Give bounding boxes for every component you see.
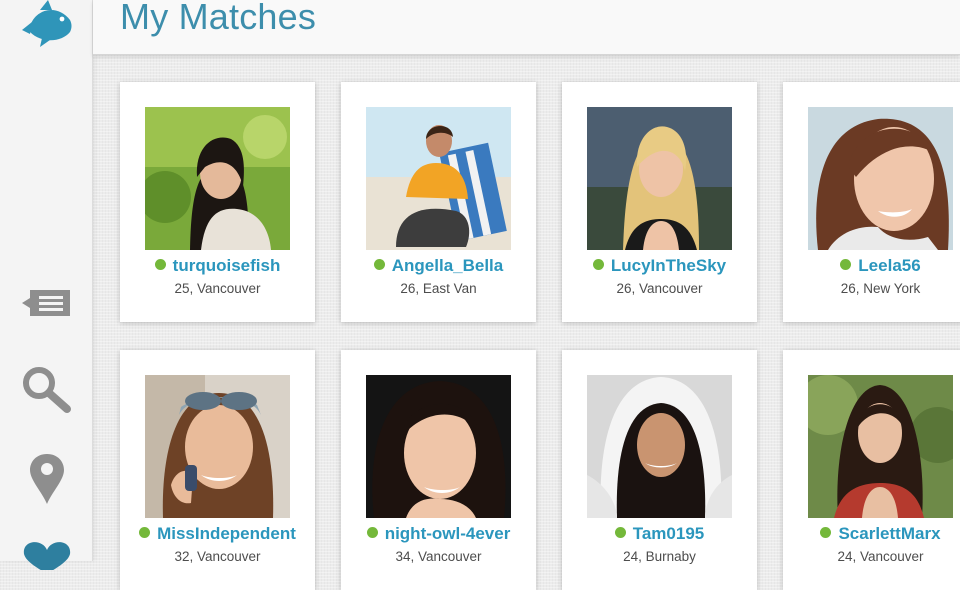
- fish-logo-icon[interactable]: [18, 0, 74, 48]
- profile-photo[interactable]: [145, 107, 290, 250]
- heart-icon[interactable]: [20, 540, 74, 584]
- age-location: 24, Vancouver: [837, 549, 924, 564]
- online-status-dot: [614, 527, 626, 538]
- profile-photo[interactable]: [366, 107, 511, 250]
- match-card[interactable]: night-owl-4ever 34, Vancouver: [341, 350, 536, 590]
- age-location: 34, Vancouver: [395, 549, 482, 564]
- magnifier-icon[interactable]: [20, 364, 74, 413]
- map-pin-icon[interactable]: [20, 452, 74, 504]
- match-card[interactable]: MissIndependent 32, Vancouver: [120, 350, 315, 590]
- username[interactable]: Leela56: [858, 256, 920, 275]
- username[interactable]: LucyInTheSky: [611, 256, 726, 275]
- username-row[interactable]: LucyInTheSky: [562, 256, 757, 276]
- username-row[interactable]: turquoisefish: [120, 256, 315, 276]
- age-location: 26, East Van: [400, 281, 477, 296]
- username[interactable]: Angella_Bella: [392, 256, 504, 275]
- match-card[interactable]: Leela56 26, New York: [783, 82, 960, 322]
- username[interactable]: turquoisefish: [173, 256, 281, 275]
- match-card[interactable]: Angella_Bella 26, East Van: [341, 82, 536, 322]
- match-card[interactable]: ScarlettMarx 24, Vancouver: [783, 350, 960, 590]
- age-location: 25, Vancouver: [174, 281, 261, 296]
- online-status-dot: [592, 259, 604, 270]
- age-location: 26, Vancouver: [616, 281, 703, 296]
- username-row[interactable]: Leela56: [783, 256, 960, 276]
- username[interactable]: Tam0195: [633, 524, 705, 543]
- age-location: 24, Burnaby: [623, 549, 696, 564]
- username[interactable]: MissIndependent: [157, 524, 296, 543]
- online-status-dot: [373, 259, 385, 270]
- username[interactable]: night-owl-4ever: [385, 524, 511, 543]
- online-status-dot: [139, 527, 151, 538]
- online-status-dot: [840, 259, 852, 270]
- username-row[interactable]: Tam0195: [562, 524, 757, 544]
- profile-photo[interactable]: [587, 107, 732, 250]
- username-row[interactable]: MissIndependent: [120, 524, 315, 544]
- profile-photo[interactable]: [808, 107, 953, 250]
- profile-photo[interactable]: [366, 375, 511, 518]
- header-bar: My Matches: [93, 0, 960, 55]
- profile-photo[interactable]: [587, 375, 732, 518]
- age-location: 32, Vancouver: [174, 549, 261, 564]
- username[interactable]: ScarlettMarx: [838, 524, 940, 543]
- speech-bubble-icon[interactable]: [20, 280, 74, 324]
- profile-photo[interactable]: [145, 375, 290, 518]
- username-row[interactable]: night-owl-4ever: [341, 524, 536, 544]
- match-card[interactable]: LucyInTheSky 26, Vancouver: [562, 82, 757, 322]
- online-status-dot: [366, 527, 378, 538]
- page-title: My Matches: [120, 0, 317, 37]
- profile-photo[interactable]: [808, 375, 953, 518]
- username-row[interactable]: Angella_Bella: [341, 256, 536, 276]
- age-location: 26, New York: [840, 281, 921, 296]
- match-card[interactable]: turquoisefish 25, Vancouver: [120, 82, 315, 322]
- online-status-dot: [154, 259, 166, 270]
- online-status-dot: [820, 527, 832, 538]
- match-card[interactable]: Tam0195 24, Burnaby: [562, 350, 757, 590]
- username-row[interactable]: ScarlettMarx: [783, 524, 960, 544]
- sidebar: [0, 0, 93, 574]
